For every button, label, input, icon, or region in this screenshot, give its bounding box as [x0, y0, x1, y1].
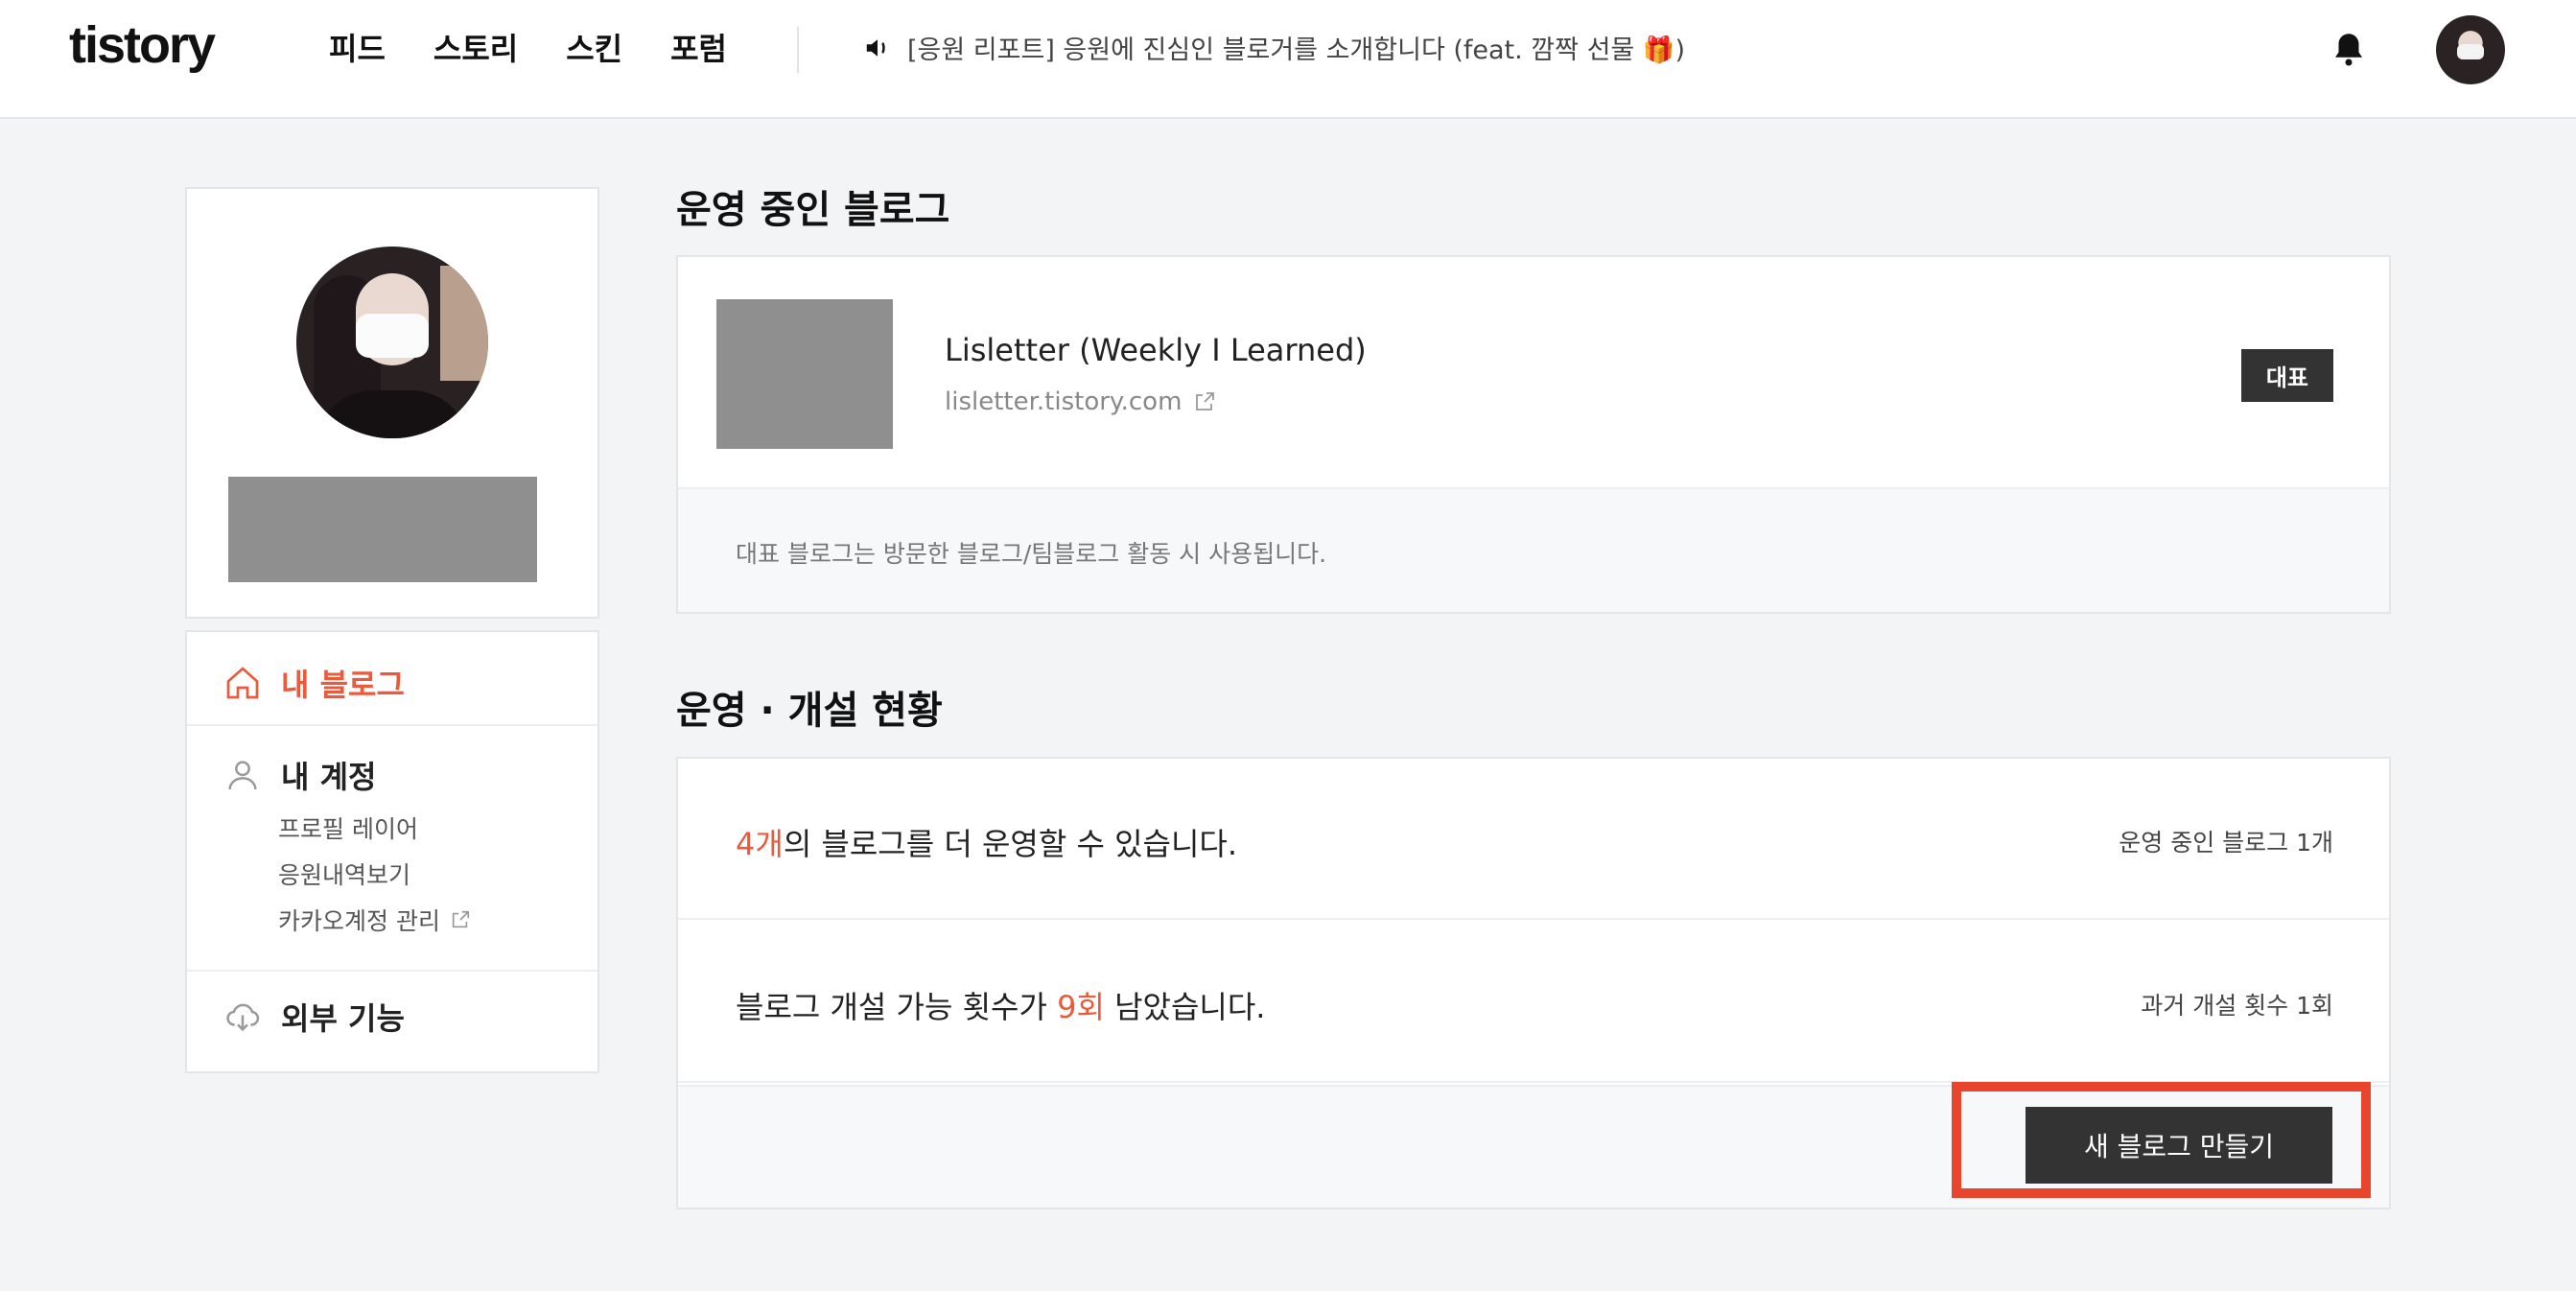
link-label: 카카오계정 관리	[278, 907, 440, 935]
blog-name[interactable]: Lisletter (Weekly I Learned)	[945, 332, 1367, 368]
rep-note: 대표 블로그는 방문한 블로그/팀블로그 활동 시 사용됩니다.	[736, 540, 1327, 568]
nav-item-forum[interactable]: 포럼	[670, 25, 727, 69]
link-label: 프로필 레이어	[278, 815, 418, 843]
creation-count: 9회	[1057, 989, 1105, 1025]
creation-prefix: 블로그 개설 가능 횟수가	[736, 989, 1058, 1025]
link-label: 응원내역보기	[278, 861, 411, 889]
sidebar-item-my-blog[interactable]: 내 블로그	[223, 661, 405, 705]
sidebar-item-label: 외부 기능	[281, 1000, 405, 1037]
sidebar-item-external[interactable]: 외부 기능	[223, 995, 405, 1039]
blog-url: lisletter.tistory.com	[945, 387, 1183, 416]
capacity-suffix: 의 블로그를 더 운영할 수 있습니다.	[783, 826, 1238, 862]
blog-capacity-row: 4개의 블로그를 더 운영할 수 있습니다. 운영 중인 블로그 1개	[678, 759, 2389, 920]
cloud-download-icon	[226, 1003, 260, 1032]
nav-item-skin[interactable]: 스킨	[566, 25, 622, 69]
nav-divider	[797, 27, 799, 73]
creation-suffix: 남았습니다.	[1104, 989, 1266, 1025]
nav-item-story[interactable]: 스토리	[433, 25, 518, 69]
create-blog-button[interactable]: 새 블로그 만들기	[2026, 1107, 2332, 1184]
home-icon	[226, 667, 259, 699]
speaker-icon	[866, 38, 885, 57]
support-history-link[interactable]: 응원내역보기	[278, 857, 410, 891]
running-count: 운영 중인 블로그 1개	[2119, 829, 2333, 857]
sidebar-item-my-account[interactable]: 내 계정	[223, 753, 376, 797]
past-creation-count: 과거 개설 횟수 1회	[2141, 992, 2333, 1020]
representative-badge: 대표	[2240, 349, 2333, 402]
bell-icon[interactable]	[2329, 29, 2369, 69]
tistory-logo[interactable]: tistory	[69, 15, 216, 75]
nav-item-feed[interactable]: 피드	[329, 25, 386, 69]
running-blog-panel: Lisletter (Weekly I Learned) lisletter.t…	[676, 255, 2391, 614]
running-blogs-title: 운영 중인 블로그	[676, 188, 950, 232]
profile-card	[185, 187, 599, 619]
blog-capacity-text: 4개의 블로그를 더 운영할 수 있습니다.	[736, 820, 1237, 864]
menu-divider	[187, 970, 597, 972]
status-title: 운영 · 개설 현황	[676, 689, 943, 733]
capacity-count: 4개	[736, 826, 784, 862]
sidebar-item-label: 내 계정	[281, 759, 377, 795]
profile-avatar	[296, 246, 488, 438]
rep-note-area: 대표 블로그는 방문한 블로그/팀블로그 활동 시 사용됩니다.	[678, 487, 2389, 612]
profile-layer-link[interactable]: 프로필 레이어	[278, 810, 418, 845]
main-nav: 피드 스토리 스킨 포럼	[329, 25, 727, 69]
menu-divider	[187, 724, 597, 726]
creation-limit-row: 블로그 개설 가능 횟수가 9회 남았습니다. 과거 개설 횟수 1회	[678, 922, 2389, 1083]
notice-text: [응원 리포트] 응원에 진심인 블로거를 소개합니다 (feat. 깜짝 선물…	[907, 35, 1685, 65]
sidebar-item-label: 내 블로그	[281, 667, 405, 703]
blog-url-link[interactable]: lisletter.tistory.com	[945, 387, 1216, 416]
creation-limit-text: 블로그 개설 가능 횟수가 9회 남았습니다.	[736, 983, 1265, 1027]
blog-thumbnail[interactable]	[716, 299, 893, 449]
person-icon	[228, 761, 257, 790]
external-link-icon	[452, 910, 470, 928]
external-link-icon	[1196, 392, 1215, 411]
user-avatar[interactable]	[2436, 15, 2505, 84]
sidebar-menu: 내 블로그 내 계정 프로필 레이어 응원내역보기 카카오계정 관리 외부 기능	[185, 630, 599, 1073]
profile-name-redacted	[228, 477, 537, 582]
notice-banner[interactable]: [응원 리포트] 응원에 진심인 블로거를 소개합니다 (feat. 깜짝 선물…	[863, 29, 1685, 66]
top-header: tistory 피드 스토리 스킨 포럼 [응원 리포트] 응원에 진심인 블로…	[0, 0, 2576, 119]
kakao-account-link[interactable]: 카카오계정 관리	[278, 903, 471, 937]
